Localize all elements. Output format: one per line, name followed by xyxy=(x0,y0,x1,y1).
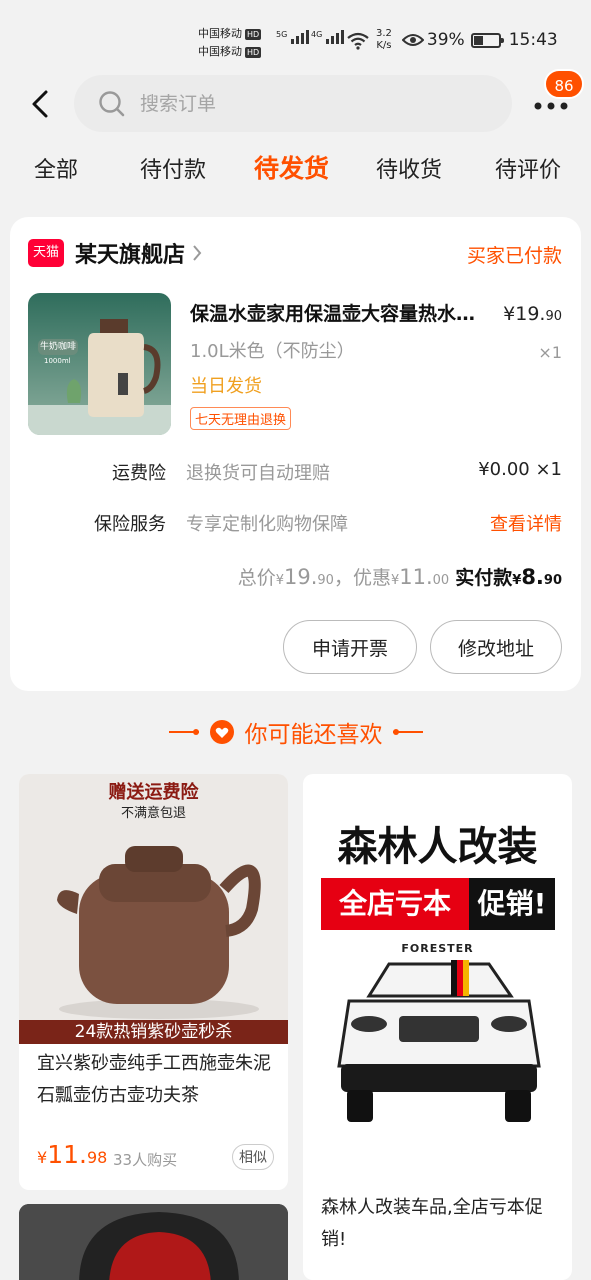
product-title[interactable]: 保温水壶家用保温壶大容量热水瓶开水瓶 xyxy=(190,299,482,326)
car-image xyxy=(337,960,541,1122)
product-qty: ×1 xyxy=(538,343,562,362)
eye-icon xyxy=(401,34,424,46)
hd-badge: HD xyxy=(245,46,262,58)
product-image-label: 牛奶咖啡 xyxy=(39,342,76,352)
status-right: 3.2 K/s 39% 15:43 xyxy=(376,28,558,52)
similar-button[interactable]: 相似 xyxy=(232,1144,274,1170)
promo-sale-tag: 促销! xyxy=(469,878,555,930)
change-address-button[interactable]: 修改地址 xyxy=(430,620,562,674)
partial-item-image xyxy=(19,1204,288,1280)
carrier-1: 中国移动 xyxy=(198,27,242,40)
recommend-item-partial[interactable] xyxy=(19,1204,288,1280)
status-bar: 中国移动 HD 中国移动 HD 5G 4G 3.2 K/s 39% 15:43 xyxy=(0,0,591,68)
tmall-logo: 天猫 xyxy=(28,239,64,267)
product-image-volume: 1000ml xyxy=(44,357,71,365)
car-model-label: FORESTER xyxy=(401,942,474,955)
order-totals: 总价¥19.90，优惠¥11.00 实付款¥8.90 xyxy=(237,565,562,589)
brand-title: 森林人改装 xyxy=(337,824,538,870)
signal-5g-icon: 5G xyxy=(276,30,310,44)
shipping-insurance-desc: 退换货可自动理赔 xyxy=(186,463,330,484)
shipping-insurance-value: ¥0.00 ×1 xyxy=(478,459,562,480)
chevron-right-icon xyxy=(193,245,202,261)
product-price: ¥19.90 xyxy=(503,303,562,325)
order-card: 天猫 某天旗舰店 买家已付款 牛奶咖啡 1000ml 保温水壶家用保温壶大容量热… xyxy=(10,217,581,691)
tab-pending-shipment[interactable]: 待发货 xyxy=(254,149,329,185)
divider-left xyxy=(168,729,199,735)
notification-badge: 86 xyxy=(544,69,584,99)
recommend-title: 你可能还喜欢 xyxy=(244,722,383,748)
recommend-item-teapot[interactable]: 赠送运费险 不满意包退 24款热销紫砂壶秒杀 宜兴紫砂壶纯手工西施壶朱泥石瓢壶仿… xyxy=(19,774,288,1190)
item-buyers: 33人购买 xyxy=(113,1151,178,1169)
view-details-link[interactable]: 查看详情 xyxy=(490,510,562,536)
search-icon xyxy=(99,90,125,116)
order-status: 买家已付款 xyxy=(466,245,562,267)
shipping-insurance-label: 运费险 xyxy=(112,463,166,484)
tab-all[interactable]: 全部 xyxy=(34,152,78,184)
insurance-service-label: 保险服务 xyxy=(94,514,166,535)
banner-flash-sale: 24款热销紫砂壶秒杀 xyxy=(19,1020,288,1044)
tab-pending-receipt[interactable]: 待收货 xyxy=(376,152,442,184)
shop-name: 某天旗舰店 xyxy=(75,243,186,268)
recommend-item-forester[interactable]: 森林人改装 全店亏本 促销! FORESTER 森林人改装车品,全店亏本促销! xyxy=(303,774,572,1280)
item-title: 宜兴紫砂壶纯手工西施壶朱泥石瓢壶仿古壶功夫茶 xyxy=(37,1053,271,1106)
carrier-2: 中国移动 xyxy=(198,45,242,58)
item-title: 森林人改装车品,全店亏本促销! xyxy=(321,1197,543,1250)
shop-header[interactable]: 天猫 某天旗舰店 xyxy=(28,237,203,269)
product-sku: 1.0L米色（不防尘） xyxy=(190,341,355,362)
teapot-image: 赠送运费险 不满意包退 24款热销紫砂壶秒杀 xyxy=(19,774,288,1044)
shipping-tag: 当日发货 xyxy=(190,376,262,397)
divider-right xyxy=(392,729,423,735)
insurance-service-desc: 专享定制化购物保障 xyxy=(186,514,348,535)
banner-return-policy: 不满意包退 xyxy=(120,806,186,821)
order-tabs: 全部 待付款 待发货 待收货 待评价 xyxy=(0,152,591,200)
carrier-info: 中国移动 HD 中国移动 HD xyxy=(198,25,262,61)
net-speed: 3.2 K/s xyxy=(376,28,392,51)
battery-icon xyxy=(470,32,504,48)
search-bar[interactable] xyxy=(74,75,512,132)
banner-free-shipping: 赠送运费险 xyxy=(108,782,199,803)
item-price: ¥11.98 xyxy=(37,1140,108,1169)
battery-percent: 39% xyxy=(426,30,465,50)
paid-amount: 实付款¥8.90 xyxy=(455,565,562,589)
signal-4g-icon: 4G xyxy=(311,30,345,44)
search-input[interactable] xyxy=(140,92,440,115)
hd-badge: HD xyxy=(245,28,262,40)
back-arrow-icon[interactable] xyxy=(26,86,58,122)
return-policy-tag: 七天无理由退换 xyxy=(190,407,292,430)
wifi-icon xyxy=(347,32,369,50)
heart-icon xyxy=(209,720,234,744)
recommend-header: 你可能还喜欢 xyxy=(0,715,591,749)
tab-pending-review[interactable]: 待评价 xyxy=(495,152,561,184)
tab-pending-payment[interactable]: 待付款 xyxy=(140,152,206,184)
promo-loss-tag: 全店亏本 xyxy=(321,878,469,930)
product-thumbnail[interactable]: 牛奶咖啡 1000ml xyxy=(28,293,171,435)
request-invoice-button[interactable]: 申请开票 xyxy=(283,620,417,674)
clock: 15:43 xyxy=(508,30,558,50)
